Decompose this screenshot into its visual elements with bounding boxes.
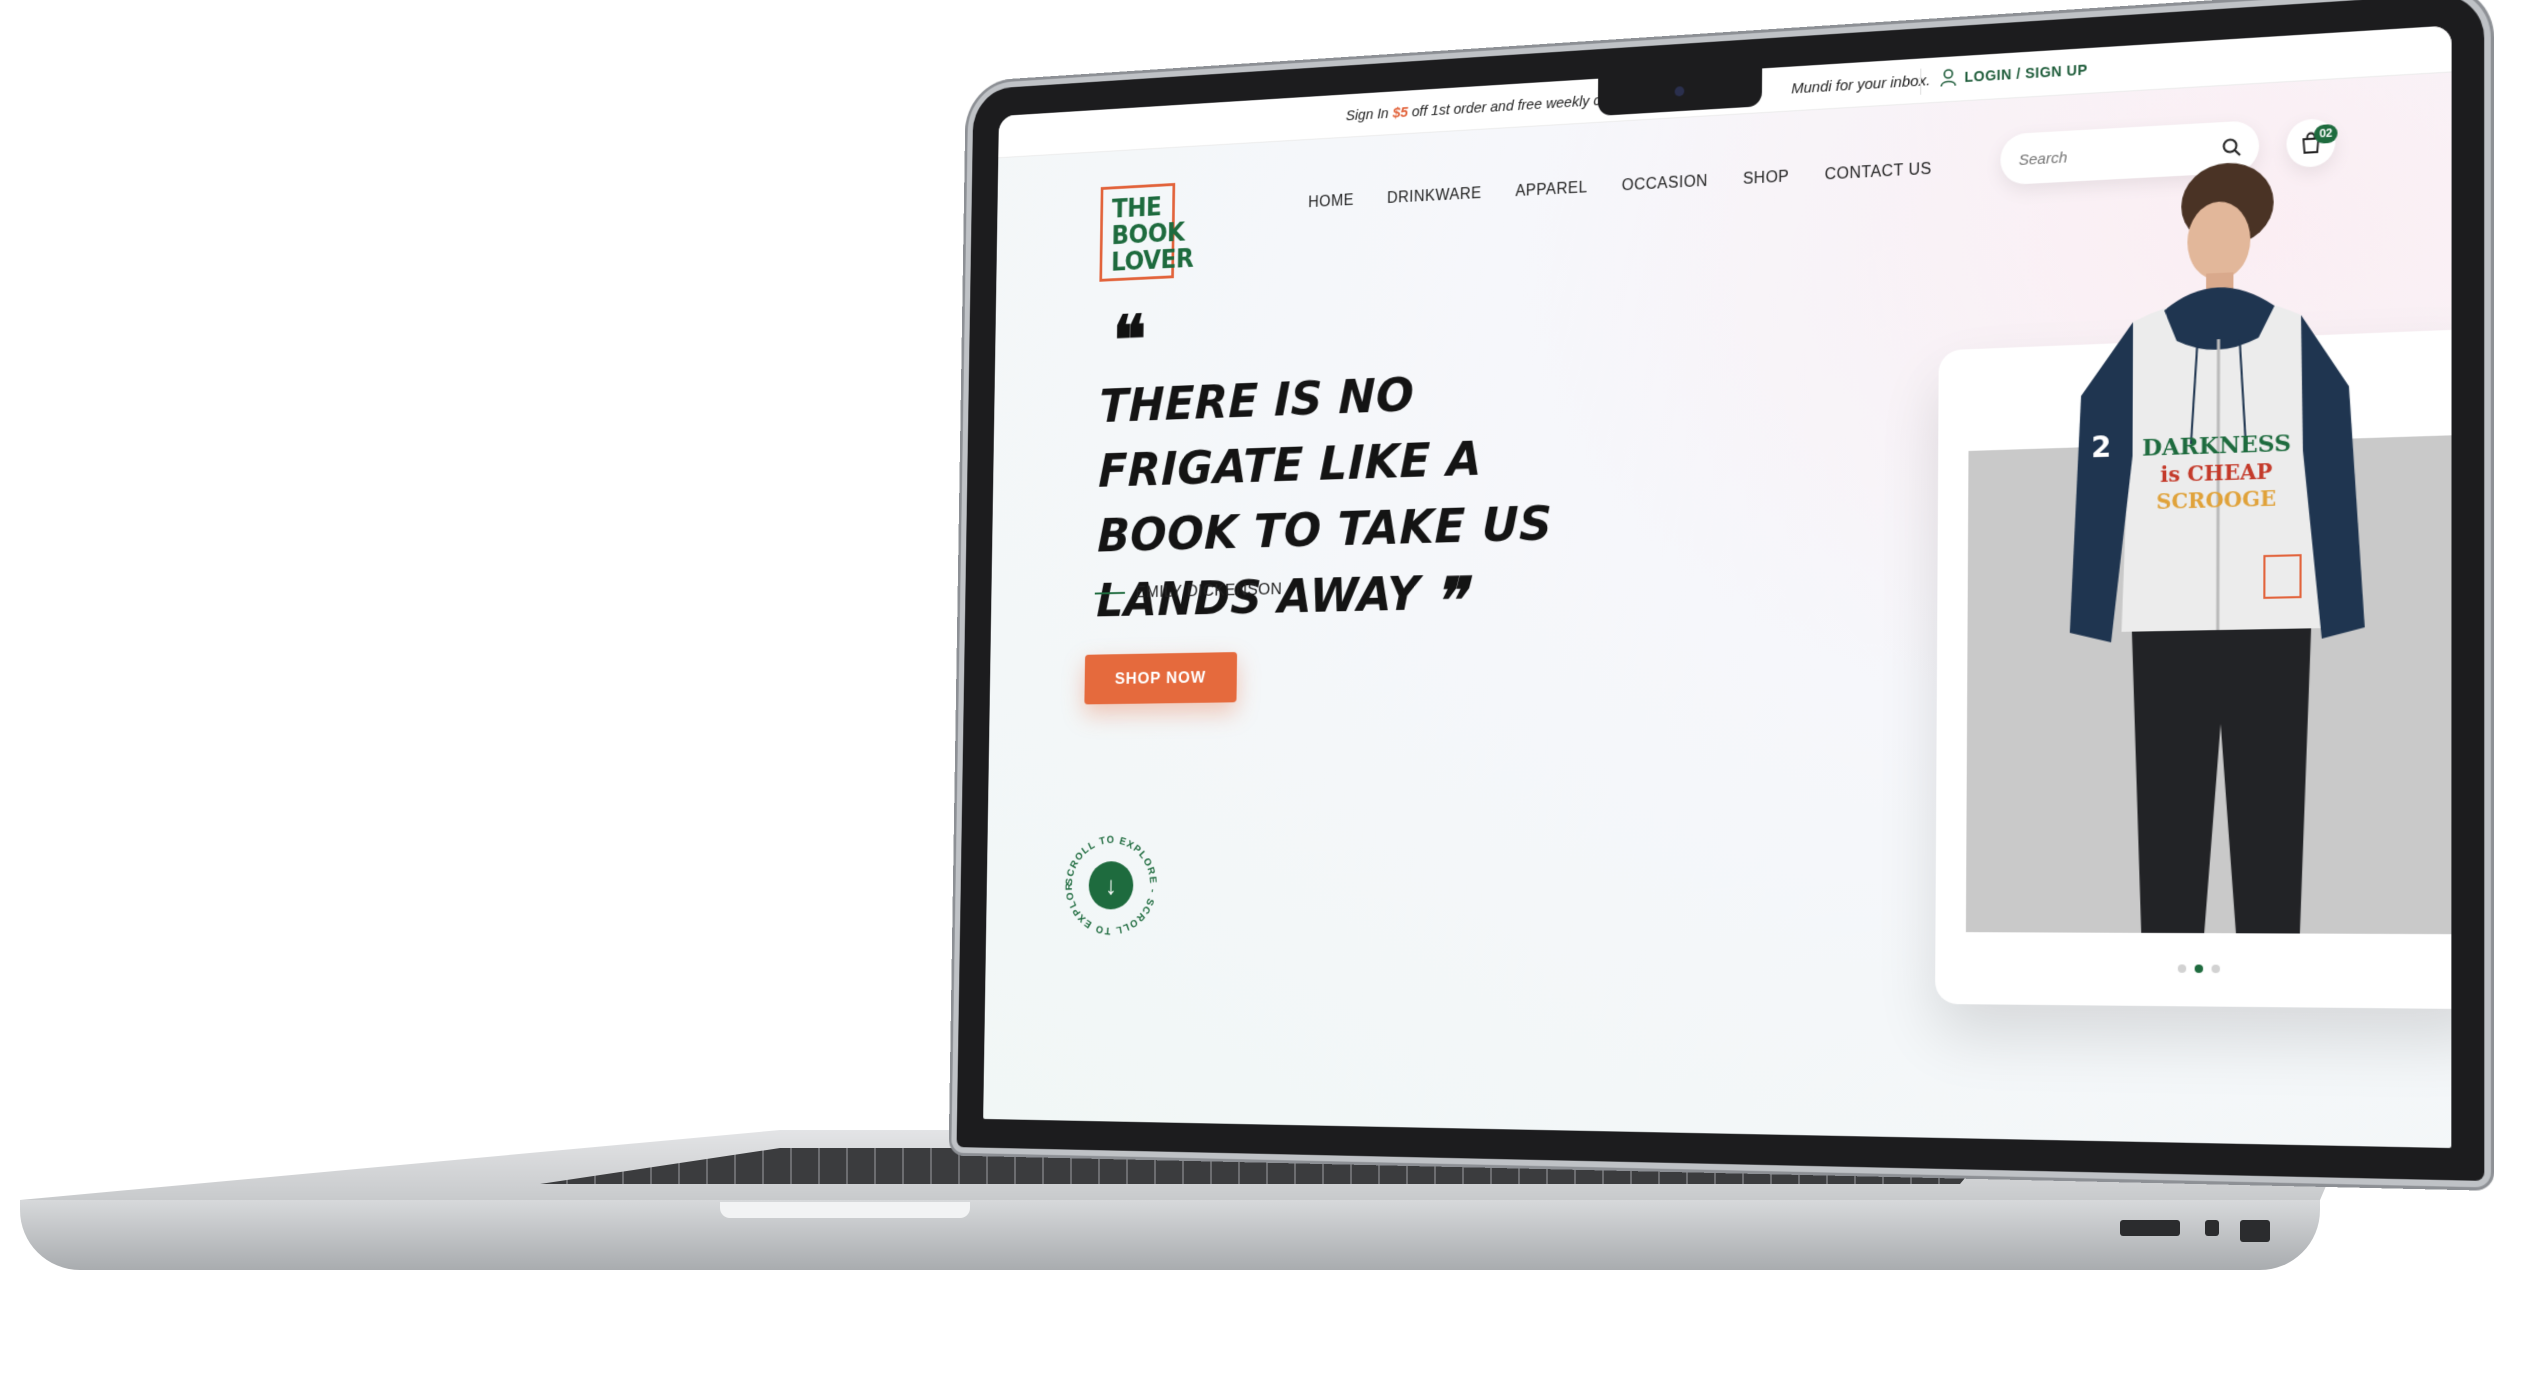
shirt-print-line: DARKNESS	[2142, 429, 2291, 461]
author-name: EMILY DICKENSON	[1135, 579, 1283, 602]
shop-now-button[interactable]: SHOP NOW	[1084, 652, 1238, 705]
website-viewport: Sign In $5 off 1st order and free weekly…	[983, 25, 2452, 1149]
carousel-dot[interactable]	[2211, 964, 2220, 974]
sd-card-port	[2120, 1220, 2180, 1236]
product-image[interactable]: DARKNESS is CHEAP SCROOGE 2	[1965, 160, 2452, 935]
laptop-lip	[720, 1202, 970, 1218]
promo-amount: $5	[1392, 104, 1409, 122]
shirt-print-line: is CHEAP	[2160, 459, 2272, 487]
nav-item-contact-us[interactable]: CONTACT US	[1825, 161, 1932, 185]
sleeve-number: 2	[2091, 431, 2111, 465]
usb-c-port	[2205, 1220, 2219, 1236]
laptop-bezel: Sign In $5 off 1st order and free weekly…	[956, 0, 2485, 1181]
laptop-base-front	[20, 1200, 2320, 1270]
nav-item-occasion[interactable]: OCCASION	[1622, 173, 1708, 195]
user-icon	[1940, 68, 1956, 87]
shirt-print-line: SCROOGE	[2156, 486, 2276, 514]
scroll-to-explore-badge[interactable]: SCROLL TO EXPLORE - SCROLL TO EXPLORE - …	[1058, 824, 1160, 938]
open-quote-icon: ❝	[1112, 299, 1147, 380]
author-divider	[1094, 591, 1125, 595]
laptop-mockup: Sign In $5 off 1st order and free weekly…	[0, 0, 2532, 1400]
carousel-dot[interactable]	[2177, 964, 2187, 973]
hdmi-port	[2240, 1220, 2270, 1242]
carousel-dots	[2177, 964, 2220, 974]
brand-logo[interactable]: THE BOOK LOVER	[1099, 182, 1194, 282]
login-signup-link[interactable]: LOGIN / SIGN UP	[1940, 60, 2088, 87]
close-quote-icon: ❞	[1432, 564, 1466, 639]
nav-item-shop[interactable]: SHOP	[1743, 168, 1789, 188]
login-label: LOGIN / SIGN UP	[1964, 61, 2088, 86]
promo-text: Sign In $5 off 1st order and free weekly…	[1346, 90, 1637, 124]
logo-line: LOVER	[1110, 244, 1194, 278]
nav-item-drinkware[interactable]: DRINKWARE	[1387, 185, 1482, 208]
nav-item-home[interactable]: HOME	[1308, 192, 1354, 212]
divider	[1920, 68, 1922, 95]
camera-icon	[1674, 86, 1685, 97]
carousel-dot-active[interactable]	[2194, 964, 2204, 973]
product-carousel-card: DARKNESS is CHEAP SCROOGE 2	[1935, 160, 2452, 1010]
main-nav: HOME DRINKWARE APPAREL OCCASION SHOP CON…	[1308, 161, 1932, 212]
promo-tail: Mundi for your inbox.	[1791, 72, 1931, 98]
model-in-hoodie-illustration: DARKNESS is CHEAP SCROOGE 2	[2069, 160, 2366, 934]
nav-item-apparel[interactable]: APPAREL	[1515, 179, 1587, 201]
promo-prefix: Sign In	[1345, 105, 1389, 125]
laptop-display: Sign In $5 off 1st order and free weekly…	[900, 0, 2485, 1181]
